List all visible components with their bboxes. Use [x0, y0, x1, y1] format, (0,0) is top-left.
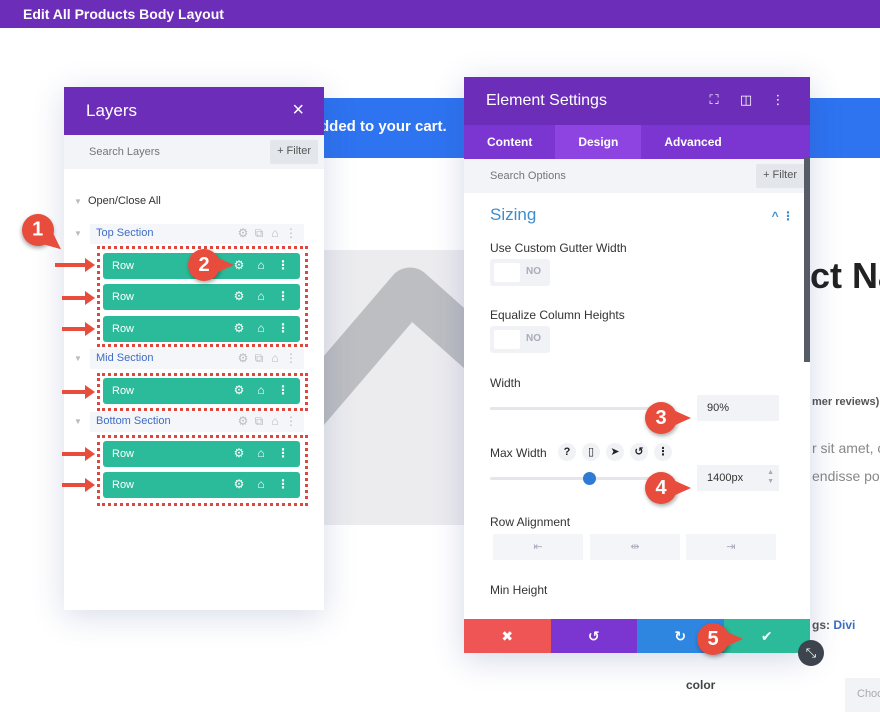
arrow-annotation [55, 258, 95, 272]
fullscreen-icon[interactable]: ⛶ [698, 92, 730, 108]
search-options-input[interactable] [464, 159, 664, 193]
trash-icon[interactable]: ⌂ [267, 414, 283, 428]
filter-button[interactable]: + Filter [270, 140, 318, 164]
slider-thumb[interactable] [582, 472, 596, 485]
placeholder-mountain-icon [300, 267, 480, 445]
min-height-label: Min Height [490, 583, 548, 597]
width-label: Width [490, 376, 521, 390]
tab-content[interactable]: Content [464, 125, 555, 159]
choose-option-select[interactable]: Choo [845, 678, 880, 712]
equalize-label: Equalize Column Heights [490, 308, 625, 322]
settings-footer: ✖ ↺ ↻ ✔ [464, 619, 810, 653]
scrollbar[interactable] [804, 157, 810, 362]
section-name: Mid Section [96, 352, 154, 364]
page-title: Edit All Products Body Layout [23, 6, 224, 22]
help-icon[interactable]: ? [558, 443, 576, 461]
triangle-icon: ▼ [74, 197, 82, 206]
duplicate-icon[interactable]: ⧉ [251, 226, 267, 241]
more-icon[interactable]: ⋮ [654, 443, 672, 461]
arrow-annotation [62, 447, 95, 461]
hover-icon[interactable]: ➤ [606, 443, 624, 461]
row-alignment-label: Row Alignment [490, 515, 571, 529]
resize-handle-icon[interactable]: ⤡ [798, 640, 824, 666]
arrow-annotation [62, 291, 95, 305]
settings-search-bar: + Filter [464, 159, 810, 193]
tab-advanced[interactable]: Advanced [641, 125, 744, 159]
layers-panel: Layers × + Filter ▼Open/Close All ▼ Top … [64, 87, 324, 610]
stepper-icon[interactable]: ▲ ▼ [767, 468, 774, 486]
builder-title-bar: Edit All Products Body Layout [0, 0, 880, 28]
element-settings-panel: Element Settings ⛶ ◫ ⋮ Content Design Adva… [464, 77, 810, 653]
product-description-line: r sit amet, c [812, 440, 880, 456]
max-width-label: Max Width [490, 446, 547, 460]
product-title: ct Na [810, 255, 880, 296]
open-close-all-toggle[interactable]: ▼ Open/Close All [74, 195, 161, 207]
undo-button[interactable]: ↺ [550, 619, 637, 653]
triangle-icon[interactable]: ▼ [74, 354, 88, 363]
max-width-slider[interactable] [490, 472, 660, 485]
max-width-icons: ? ▯ ➤ ↺ ⋮ [558, 443, 678, 461]
settings-body: Sizing ^ ⋮ Use Custom Gutter Width NO Eq… [464, 157, 810, 619]
duplicate-icon[interactable]: ⧉ [251, 351, 267, 366]
filter-button[interactable]: + Filter [756, 164, 804, 188]
step-marker-1: 1 [15, 207, 61, 253]
more-icon[interactable]: ⋮ [283, 351, 299, 365]
reset-icon[interactable]: ↺ [630, 443, 648, 461]
custom-gutter-toggle[interactable]: NO [490, 259, 550, 286]
step-marker-3: 3 [645, 402, 691, 434]
settings-header: Element Settings ⛶ ◫ ⋮ [464, 77, 810, 125]
more-icon[interactable]: ⋮ [283, 226, 299, 240]
duplicate-icon[interactable]: ⧉ [251, 414, 267, 429]
more-icon[interactable]: ⋮ [762, 92, 794, 108]
arrow-annotation [62, 322, 95, 336]
step-marker-4: 4 [645, 472, 691, 504]
search-layers-input[interactable] [64, 135, 244, 169]
reviews-link[interactable]: mer reviews) [812, 396, 879, 408]
highlight-box [97, 373, 308, 411]
align-right-button[interactable]: ⇥ [686, 534, 776, 560]
cancel-button[interactable]: ✖ [464, 619, 551, 653]
gear-icon[interactable]: ⚙ [235, 351, 251, 365]
tab-design[interactable]: Design [555, 125, 642, 159]
settings-title: Element Settings [486, 92, 607, 109]
step-marker-5: 5 [697, 623, 743, 655]
gear-icon[interactable]: ⚙ [235, 226, 251, 240]
custom-gutter-label: Use Custom Gutter Width [490, 241, 627, 255]
highlight-box [97, 435, 308, 506]
settings-tabs: Content Design Advanced [464, 125, 810, 159]
close-icon[interactable]: × [292, 99, 304, 122]
trash-icon[interactable]: ⌂ [267, 351, 283, 365]
section-name: Bottom Section [96, 415, 171, 427]
width-slider[interactable] [490, 407, 660, 410]
tag-link[interactable]: Divi [833, 618, 855, 632]
layer-section-mid[interactable]: ▼ Mid Section ⚙ ⧉ ⌂ ⋮ [74, 349, 304, 369]
triangle-icon[interactable]: ▼ [74, 229, 88, 238]
max-width-input[interactable]: 1400px ▲ ▼ [697, 465, 779, 491]
more-icon[interactable]: ⋮ [283, 414, 299, 428]
triangle-icon[interactable]: ▼ [74, 417, 88, 426]
step-marker-2: 2 [188, 249, 234, 281]
layers-header: Layers × [64, 87, 324, 135]
color-label: color [686, 678, 716, 692]
product-description-line: endisse po [812, 468, 880, 484]
gear-icon[interactable]: ⚙ [235, 414, 251, 428]
product-tags: gs: Divi [812, 618, 856, 632]
responsive-icon[interactable]: ▯ [582, 443, 600, 461]
equalize-toggle[interactable]: NO [490, 326, 550, 353]
arrow-annotation [62, 385, 95, 399]
align-left-button[interactable]: ⇤ [493, 534, 583, 560]
layers-title: Layers [86, 101, 138, 120]
arrow-annotation [62, 478, 95, 492]
product-image-placeholder [300, 250, 480, 525]
collapse-group-icon[interactable]: ^ ⋮ [772, 209, 794, 223]
width-input[interactable]: 90% [697, 395, 779, 421]
group-title-sizing[interactable]: Sizing [490, 205, 536, 225]
align-center-button[interactable]: ⇹ [590, 534, 680, 560]
layer-section-bottom[interactable]: ▼ Bottom Section ⚙ ⧉ ⌂ ⋮ [74, 412, 304, 432]
layer-section-top[interactable]: ▼ Top Section ⚙ ⧉ ⌂ ⋮ [74, 224, 304, 244]
split-view-icon[interactable]: ◫ [730, 92, 762, 108]
section-name: Top Section [96, 227, 154, 239]
layers-search-bar: + Filter [64, 135, 324, 169]
trash-icon[interactable]: ⌂ [267, 226, 283, 240]
